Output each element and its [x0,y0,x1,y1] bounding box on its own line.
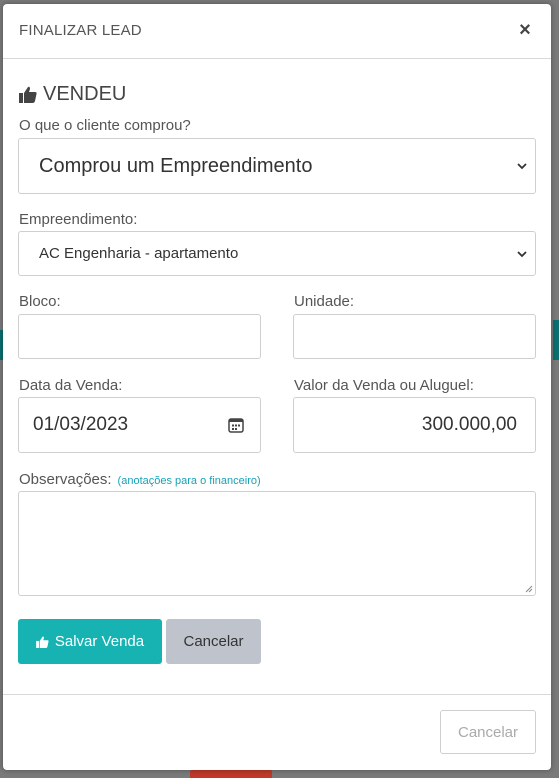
sale-date-label: Data da Venda: [19,377,123,394]
chevron-down-icon [517,250,527,257]
sale-value-label: Valor da Venda ou Aluguel: [294,377,474,394]
footer-cancel-button[interactable]: Cancelar [440,710,536,754]
notes-label: Observações: [19,471,112,488]
block-label: Bloco: [19,293,61,310]
sale-value-value: 300.000,00 [421,414,517,435]
purchase-type-value: Comprou um Empreendimento [39,154,313,177]
thumbs-up-icon [19,86,37,103]
sale-date-value: 01/03/2023 [33,414,129,435]
cancel-button[interactable]: Cancelar [166,619,261,664]
unit-label: Unidade: [294,293,355,310]
notes-label-row: Observações: (anotações para o financeiro… [19,471,261,488]
section-title: VENDEU [19,83,126,106]
notes-textarea[interactable] [18,491,536,596]
footer-divider [3,694,551,695]
calendar-icon[interactable] [228,417,244,433]
save-sale-label: Salvar Venda [54,633,145,650]
sale-date-input[interactable]: 01/03/2023 [18,397,261,453]
modal-header: FINALIZAR LEAD × [3,4,551,59]
background-accent-right [553,320,559,360]
purchase-type-select[interactable]: Comprou um Empreendimento [18,138,536,194]
block-input[interactable] [18,314,261,359]
notes-hint: (anotações para o financeiro) [117,475,261,487]
section-title-text: VENDEU [43,83,127,105]
unit-input[interactable] [293,314,536,359]
development-value: AC Engenharia - apartamento [39,245,239,262]
development-select[interactable]: AC Engenharia - apartamento [18,231,536,276]
save-sale-button[interactable]: Salvar Venda [18,619,162,664]
close-icon[interactable]: × [513,18,537,42]
modal-title: FINALIZAR LEAD [19,22,142,39]
thumbs-up-icon [36,636,49,648]
sale-value-input[interactable]: 300.000,00 [293,397,536,453]
development-label: Empreendimento: [19,211,138,228]
chevron-down-icon [517,163,527,170]
purchase-type-label: O que o cliente comprou? [19,117,191,134]
resize-handle-icon[interactable] [525,585,533,593]
background-badge [190,770,272,778]
finalize-lead-modal: FINALIZAR LEAD × VENDEU O que o cliente … [3,4,551,770]
